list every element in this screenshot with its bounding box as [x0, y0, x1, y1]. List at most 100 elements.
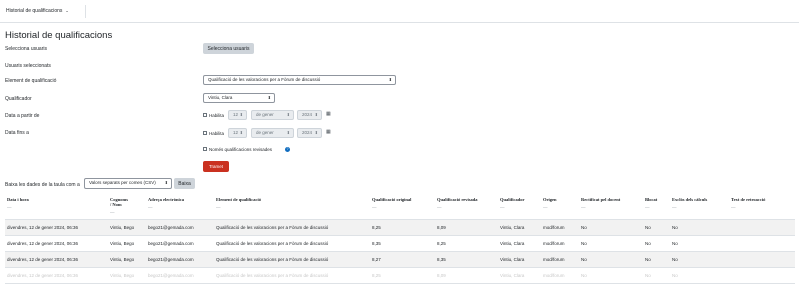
table-cell: 8,35 [435, 251, 498, 268]
date-to-label: Data fins a [5, 130, 29, 136]
select-caret-icon: ⬍ [388, 77, 392, 82]
grader-value: Vintiu, Clara [208, 95, 233, 100]
help-icon[interactable]: ? [285, 147, 290, 152]
grade-item-select[interactable]: Qualificació de les valoracions per a Fò… [203, 75, 396, 85]
column-header[interactable]: Cognoms / Nom — [108, 193, 146, 220]
table-cell: bego21@gemada.com [146, 267, 214, 284]
table-cell: bego21@gemada.com [146, 219, 214, 236]
column-header-dash: — [372, 204, 377, 209]
column-header-dash: — [500, 204, 505, 209]
table-cell: No [579, 267, 643, 284]
column-header[interactable]: Origen — [541, 193, 579, 220]
table-cell: No [670, 267, 729, 284]
date-to-month-select[interactable]: de gener ⬍ [251, 128, 294, 138]
column-header-dash: — [543, 204, 548, 209]
table-cell: Vintiu, Bego [108, 267, 146, 284]
column-header[interactable]: Data i hora — [5, 193, 108, 220]
column-header-label: / Nom [110, 202, 122, 207]
table-cell: Vintiu, Clara [498, 251, 541, 268]
column-header[interactable]: Adreça electrònica — [146, 193, 214, 220]
date-to-day-select[interactable]: 12 ⬍ [228, 128, 247, 138]
revised-only-checkbox[interactable] [203, 147, 207, 151]
table-cell: divendres, 12 de gener 2024, 06:36 [5, 219, 108, 236]
column-header-dash: — [645, 204, 650, 209]
calendar-icon[interactable]: ▦ [326, 129, 331, 135]
column-header[interactable]: Qualificador — [498, 193, 541, 220]
select-caret-icon: ⬍ [239, 130, 243, 135]
column-header[interactable]: Text de retroacció — [729, 193, 795, 220]
table-cell: No [670, 251, 729, 268]
select-caret-icon: ⬍ [314, 112, 318, 117]
column-header[interactable]: Qualificació revisada — [435, 193, 498, 220]
table-cell: Qualificació de les valoracions per a Fò… [214, 267, 370, 284]
table-cell: bego21@gemada.com [146, 235, 214, 252]
revised-only-label: Només qualificacions revisades [209, 147, 273, 152]
date-from-year-value: 2024 [302, 112, 313, 117]
column-header[interactable]: Exclòs dels càlculs — [670, 193, 729, 220]
date-to-year-select[interactable]: 2024 ⬍ [297, 128, 322, 138]
table-cell: No [579, 235, 643, 252]
table-cell: 8,09 [435, 267, 498, 284]
select-caret-icon: ⬍ [314, 130, 318, 135]
column-header-dash: — [110, 209, 115, 214]
select-users-label: Selecciona usuaris [5, 46, 47, 52]
table-cell: No [643, 251, 670, 268]
divider [85, 5, 86, 18]
column-header[interactable]: Rectificat pel docent — [579, 193, 643, 220]
select-caret-icon: ⬍ [286, 112, 290, 117]
table-cell: mod/forum [541, 267, 579, 284]
table-cell: Vintiu, Clara [498, 219, 541, 236]
table-row: divendres, 12 de gener 2024, 06:36 Vinti… [5, 219, 795, 236]
download-button[interactable]: Baixa [174, 178, 195, 189]
grader-select[interactable]: Vintiu, Clara ⬍ [203, 93, 275, 103]
date-to-enable-checkbox[interactable] [203, 131, 207, 135]
date-from-enable-label: Habilita [209, 113, 225, 118]
table-cell: No [579, 251, 643, 268]
submit-button[interactable]: Tramet [203, 161, 229, 172]
table-cell: Qualificació de les valoracions per a Fò… [214, 251, 370, 268]
column-header-label: Text de retroacció [731, 197, 766, 202]
column-header[interactable]: Element de qualificació — [214, 193, 370, 220]
table-row: divendres, 12 de gener 2024, 06:36 Vinti… [5, 235, 795, 252]
download-format-select[interactable]: Valors separats per comes (CSV) ⬍ [84, 178, 172, 189]
table-cell: 8,27 [370, 251, 435, 268]
table-cell [729, 235, 795, 252]
table-row: divendres, 12 de gener 2024, 06:36 Vinti… [5, 267, 795, 284]
column-header[interactable]: Blocat — [643, 193, 670, 220]
table-cell: No [670, 219, 729, 236]
table-cell: mod/forum [541, 251, 579, 268]
table-cell: 8,25 [370, 267, 435, 284]
table-cell: Qualificació de les valoracions per a Fò… [214, 235, 370, 252]
date-to-day-value: 12 [233, 130, 239, 135]
date-to-year-value: 2024 [302, 130, 313, 135]
page-title: Historial de qualificacions [5, 30, 113, 41]
column-header-label: Adreça electrònica [148, 197, 185, 202]
column-header-label: Qualificador [500, 197, 525, 202]
date-from-day-select[interactable]: 12 ⬍ [228, 110, 247, 120]
table-cell: Vintiu, Bego [108, 251, 146, 268]
table-cell: mod/forum [541, 219, 579, 236]
column-header[interactable]: Qualificació original — [370, 193, 435, 220]
table-cell: 8,35 [370, 235, 435, 252]
date-from-month-value: de gener [256, 112, 274, 117]
date-from-month-select[interactable]: de gener ⬍ [251, 110, 294, 120]
column-header-dash: — [7, 204, 12, 209]
column-header-label: Rectificat pel docent [581, 197, 621, 202]
table-cell [729, 219, 795, 236]
report-selector-menu[interactable]: Historial de qualificacions ⌄ [6, 8, 69, 14]
calendar-icon[interactable]: ▦ [326, 111, 331, 117]
select-users-button[interactable]: Selecciona usuaris [203, 43, 254, 54]
table-cell: No [670, 235, 729, 252]
table-cell: No [643, 267, 670, 284]
chevron-down-icon: ⌄ [65, 8, 69, 13]
date-from-year-select[interactable]: 2024 ⬍ [297, 110, 322, 120]
column-header-dash: — [731, 204, 736, 209]
column-header-label: Data i hora [7, 197, 29, 202]
table-cell: Vintiu, Clara [498, 235, 541, 252]
table-cell: No [579, 219, 643, 236]
date-to-enable-label: Habilita [209, 131, 225, 136]
report-selector-label: Historial de qualificacions [6, 8, 63, 14]
column-header-label: Exclòs dels càlculs [672, 197, 708, 202]
date-from-enable-checkbox[interactable] [203, 113, 207, 117]
select-caret-icon: ⬍ [267, 95, 271, 100]
